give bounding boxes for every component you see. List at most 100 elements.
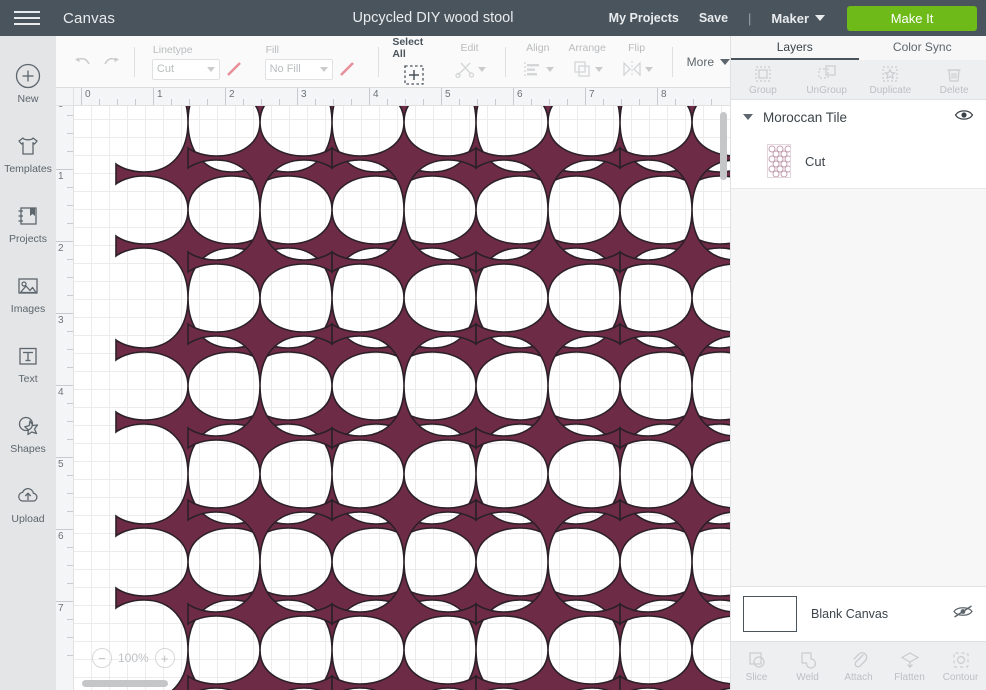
ruler-tick-minor: [387, 99, 388, 105]
ruler-tick-minor: [405, 99, 406, 105]
ruler-tick-minor: [207, 99, 208, 105]
blank-canvas-row[interactable]: Blank Canvas: [731, 586, 986, 642]
ruler-tick-major: [585, 88, 586, 105]
toolbar-divider: [133, 46, 135, 77]
ruler-tick-minor: [117, 99, 118, 105]
chevron-down-icon: [720, 58, 731, 65]
align-lines-icon: [524, 62, 539, 76]
ruler-tick-major: [56, 529, 73, 530]
more-label: More: [686, 54, 715, 69]
ruler-tick-major: [56, 601, 73, 602]
ruler-tick-minor: [67, 493, 73, 494]
ruler-label-v: 5: [58, 459, 64, 470]
sidebar-item-templates[interactable]: Templates: [0, 118, 56, 188]
fill-color-swatch[interactable]: [337, 59, 357, 80]
sidebar-item-shapes[interactable]: Shapes: [0, 398, 56, 468]
layer-group-header[interactable]: Moroccan Tile: [731, 100, 986, 134]
ruler-label-v: 7: [58, 603, 64, 614]
ruler-label-h: 0: [85, 89, 91, 100]
linetype-select[interactable]: Cut: [151, 58, 220, 80]
triangle-down-icon[interactable]: [743, 114, 753, 120]
ruler-tick-minor: [67, 421, 73, 422]
horizontal-scrollbar[interactable]: [82, 680, 168, 687]
ruler-tick-major: [56, 241, 73, 242]
make-it-button[interactable]: Make It: [847, 5, 977, 31]
chevron-down-icon: [206, 66, 215, 72]
book-bookmark-icon: [18, 206, 37, 225]
vertical-scrollbar[interactable]: [720, 112, 727, 180]
ruler-tick-minor: [67, 133, 73, 134]
ruler-tick-minor: [549, 99, 550, 105]
fill-select[interactable]: No Fill: [264, 58, 333, 80]
design-board[interactable]: [74, 106, 730, 690]
shapes-star-icon: [18, 416, 39, 435]
more-button[interactable]: More: [686, 54, 731, 69]
sidebar-label-text: Text: [18, 372, 38, 385]
edit-label: Edit: [460, 42, 479, 54]
group-button[interactable]: Group: [731, 60, 795, 99]
zoom-out-button[interactable]: −: [92, 648, 112, 668]
ruler-tick-minor: [261, 99, 262, 105]
moroccan-tile-artwork[interactable]: [74, 106, 730, 690]
layer-row-cut[interactable]: Cut: [731, 134, 986, 188]
ruler-tick-minor: [351, 99, 352, 105]
ruler-tick-minor: [315, 99, 316, 105]
layer-group-name: Moroccan Tile: [763, 109, 848, 125]
ruler-tick-minor: [279, 99, 280, 105]
redo-button[interactable]: [97, 47, 125, 77]
machine-selector-label[interactable]: Maker: [771, 11, 809, 26]
cricut-design-space-app: Canvas Upcycled DIY wood stool My Projec…: [0, 0, 986, 690]
ruler-label-v: 1: [58, 171, 64, 182]
undo-button[interactable]: [69, 47, 97, 77]
my-projects-link[interactable]: My Projects: [609, 11, 679, 25]
attach-paperclip-icon: [852, 651, 867, 667]
delete-button[interactable]: Delete: [922, 60, 986, 99]
ruler-tick-minor: [243, 99, 244, 105]
flatten-button[interactable]: Flatten: [884, 650, 935, 683]
cloud-upload-icon: [18, 487, 38, 502]
ruler-label-h: 6: [517, 89, 523, 100]
ruler-tick-minor: [459, 99, 460, 105]
fill-label: Fill: [265, 43, 279, 56]
save-button[interactable]: Save: [699, 11, 728, 25]
linetype-color-swatch[interactable]: [224, 59, 244, 80]
arrange-button[interactable]: Arrange: [567, 42, 607, 81]
ruler-tick-minor: [189, 99, 190, 105]
tab-color-sync[interactable]: Color Sync: [859, 36, 986, 60]
sidebar-item-images[interactable]: Images: [0, 258, 56, 328]
eye-hidden-icon[interactable]: [952, 604, 974, 624]
plus-circle-icon: [15, 63, 41, 88]
ruler-tick-minor: [67, 565, 73, 566]
sidebar-item-upload[interactable]: Upload: [0, 468, 56, 538]
ungroup-button[interactable]: UnGroup: [795, 60, 859, 99]
tab-layers[interactable]: Layers: [731, 36, 859, 60]
align-button[interactable]: Align: [518, 42, 558, 81]
layer-label-cut: Cut: [805, 153, 826, 169]
blank-canvas-label: Blank Canvas: [811, 607, 889, 621]
contour-button[interactable]: Contour: [935, 650, 986, 683]
weld-icon: [800, 651, 816, 669]
sidebar-item-projects[interactable]: Projects: [0, 188, 56, 258]
slice-button[interactable]: Slice: [731, 650, 782, 683]
ruler-tick-minor: [693, 99, 694, 105]
ruler-tick-minor: [67, 637, 73, 638]
ungroup-icon: [818, 64, 836, 79]
weld-button[interactable]: Weld: [782, 650, 833, 683]
hamburger-menu-icon[interactable]: [0, 0, 54, 36]
attach-button[interactable]: Attach: [833, 650, 884, 683]
duplicate-button[interactable]: Duplicate: [859, 60, 923, 99]
ungroup-label: UnGroup: [806, 84, 847, 96]
flip-button[interactable]: Flip: [617, 42, 657, 81]
sidebar-label-templates: Templates: [4, 162, 52, 175]
select-all-button[interactable]: Select All: [392, 36, 436, 87]
zoom-control: − 100% +: [92, 648, 175, 668]
chevron-down-icon[interactable]: [815, 15, 825, 21]
canvas-area[interactable]: 0 1 2 3 4 5 6 7 8 0 1 2 3 4 5 6 7 − 100% +: [56, 88, 730, 690]
edit-button[interactable]: Edit: [450, 42, 490, 81]
ruler-tick-minor: [67, 115, 73, 116]
zoom-in-button[interactable]: +: [154, 648, 175, 668]
sidebar-item-text[interactable]: Text: [0, 328, 56, 398]
eye-visible-icon[interactable]: [954, 108, 974, 127]
sidebar-item-new[interactable]: New: [0, 48, 56, 118]
ruler-label-h: 1: [157, 89, 163, 100]
